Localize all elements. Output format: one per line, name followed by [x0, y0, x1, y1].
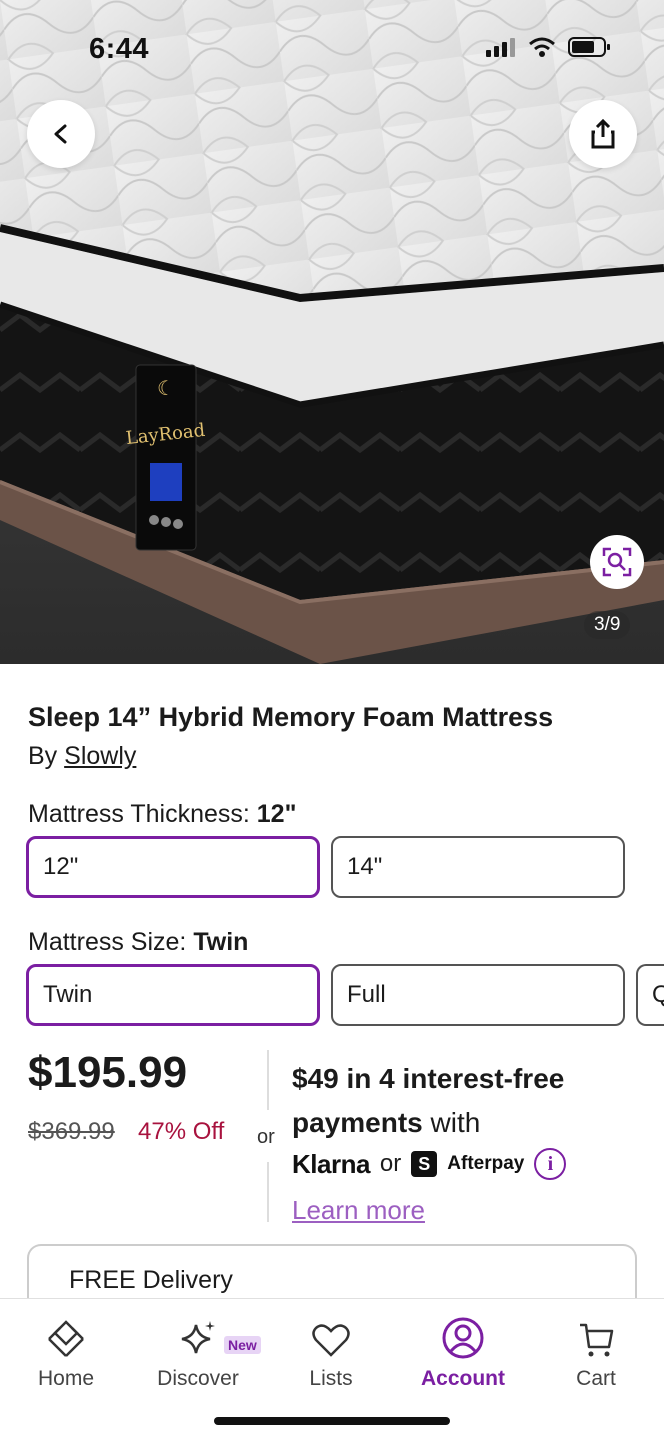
cart-icon [580, 1323, 614, 1357]
account-icon [442, 1317, 484, 1359]
tab-lists[interactable]: Lists [271, 1299, 391, 1391]
learn-more-link[interactable]: Learn more [292, 1195, 425, 1226]
original-price: $369.99 [28, 1118, 115, 1145]
size-label: Mattress Size: Twin [28, 928, 249, 956]
new-badge: New [224, 1336, 261, 1354]
back-button[interactable] [27, 100, 95, 168]
chevron-left-icon [54, 124, 67, 144]
tab-discover[interactable]: New Discover [138, 1299, 261, 1391]
klarna-logo: Klarna [292, 1148, 370, 1179]
heart-icon [312, 1324, 350, 1357]
info-icon[interactable]: i [534, 1148, 567, 1180]
delivery-text: FREE Delivery [69, 1266, 233, 1294]
tab-cart[interactable]: Cart [536, 1299, 656, 1391]
size-selected: Twin [193, 928, 249, 956]
tab-account[interactable]: Account [403, 1299, 523, 1391]
bnpl-providers: Klarna or S Afterpay i [292, 1148, 567, 1180]
visual-search-icon [602, 547, 632, 577]
share-button[interactable] [569, 100, 637, 168]
afterpay-logo: Afterpay [447, 1153, 525, 1174]
image-counter: 3/9 [584, 611, 631, 639]
divider [267, 1162, 269, 1222]
by-prefix: By [28, 742, 58, 770]
discount-label: 47% Off [138, 1118, 225, 1145]
home-indicator [214, 1417, 450, 1425]
brand-link[interactable]: Slowly [64, 742, 136, 770]
visual-search-button[interactable] [590, 535, 644, 589]
sparkle-icon [181, 1321, 215, 1354]
size-option-queen[interactable]: Q [636, 964, 664, 1026]
product-image[interactable]: ☾ LayRoad 6:44 3/9 [0, 0, 664, 664]
home-icon [48, 1320, 84, 1357]
byline: By Slowly [28, 742, 136, 771]
svg-text:☾: ☾ [157, 376, 175, 400]
tab-home[interactable]: Home [6, 1299, 126, 1391]
divider [267, 1050, 269, 1110]
battery-icon [568, 37, 610, 57]
thickness-option-14[interactable]: 14" [331, 836, 625, 898]
size-option-twin[interactable]: Twin [26, 964, 320, 1026]
installment-text: $49 in 4 interest-free payments with [292, 1063, 565, 1138]
signal-icon [486, 38, 515, 57]
current-price: $195.99 [28, 1048, 188, 1097]
thickness-selected: 12" [256, 800, 297, 828]
status-time: 6:44 [89, 33, 150, 65]
afterpay-icon: S [411, 1151, 438, 1177]
share-icon [591, 119, 615, 149]
status-bar: 6:44 [0, 0, 664, 100]
size-option-full[interactable]: Full [331, 964, 625, 1026]
product-title: Sleep 14” Hybrid Memory Foam Mattress [28, 702, 554, 732]
or-text: or [379, 1150, 402, 1177]
wifi-icon [529, 37, 555, 57]
or-separator: or [257, 1126, 275, 1148]
thickness-label: Mattress Thickness: 12" [28, 800, 297, 828]
thickness-option-12[interactable]: 12" [26, 836, 320, 898]
